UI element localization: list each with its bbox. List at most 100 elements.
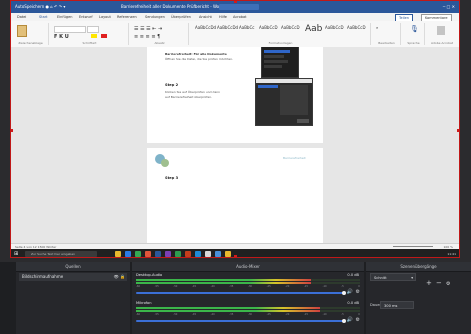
edge-icon[interactable] <box>135 251 141 257</box>
obs-preview[interactable]: AutoSpeichern ● ⌂ ↶ ↷ ▾ Barrierefreiheit… <box>10 0 460 258</box>
find-icon[interactable]: ⌕ <box>376 25 378 30</box>
source-item[interactable]: Bildschirmaufnahme 👁 🔒 <box>19 273 127 281</box>
group-styles: AaBbCcDd AaBbCcDd AaBbCc AaBbCcD AaBbCcD… <box>191 23 371 45</box>
group-font-label: Schriftart <box>82 41 97 45</box>
windows-start-icon[interactable]: ⊞ <box>14 251 18 257</box>
meter-tick-label: -20 <box>285 313 290 316</box>
transition-select[interactable]: Schnitt ▾ <box>370 273 416 281</box>
meter-fill <box>136 307 320 309</box>
group-voice: 🎙 Sprache <box>403 23 425 45</box>
transitions-title: Szenenübergänge <box>366 262 471 272</box>
tab-acrobat[interactable]: Acrobat <box>233 13 247 21</box>
style-nolist[interactable]: AaBbCcDd <box>217 25 238 30</box>
bold-italic-underline-icons[interactable]: F K U <box>54 34 69 40</box>
paste-icon[interactable] <box>17 25 27 37</box>
duration-value: 300 ms <box>384 304 398 308</box>
settings-icon[interactable] <box>215 251 221 257</box>
page1-body1: Klicken Sie auf Überprüfen und dann <box>165 90 221 94</box>
remove-transition-button[interactable]: − <box>436 279 442 287</box>
taskview-icon[interactable] <box>115 251 121 257</box>
meter-tick-label: 0 <box>358 313 360 316</box>
tab-datei[interactable]: Datei <box>17 13 26 21</box>
font-name-field[interactable] <box>54 26 86 33</box>
chrome-icon[interactable] <box>145 251 151 257</box>
excel-icon[interactable] <box>185 251 191 257</box>
resize-handle-right[interactable] <box>457 129 459 132</box>
teams-icon[interactable] <box>175 251 181 257</box>
gear-icon[interactable]: ⚙ <box>356 317 360 323</box>
meter-ticks-desktop: -60 -55 -50 -45 -40 -35 -30 -25 -20 -15 -10 -5 0 <box>136 285 360 288</box>
obs-taskbar-icon[interactable] <box>225 251 231 257</box>
meter-tick-label: -30 <box>247 285 253 288</box>
document-area[interactable]: Barrierefreiheit: Für alle Dokumente Öff… <box>11 47 459 243</box>
explorer-icon[interactable] <box>125 251 131 257</box>
resize-handle-left[interactable] <box>11 129 13 132</box>
page1-step: Step 2 <box>165 83 179 87</box>
page1-line2: Öffnen Sie die Datei, die Sie prüfen möc… <box>165 57 234 61</box>
document-page-1: Barrierefreiheit: Für alle Dokumente Öff… <box>147 47 323 143</box>
powerpoint-icon[interactable] <box>195 251 201 257</box>
list-icons[interactable]: ☰ ☰ ☰ ⇤ ⇥ <box>134 26 162 32</box>
style-heading3[interactable]: AaBbCcD <box>281 25 300 30</box>
style-heading2[interactable]: AaBbCcD <box>259 25 278 30</box>
meter-mic-2 <box>136 310 360 312</box>
channel-name-mic: Mikrofon <box>136 301 152 305</box>
resize-handle-bottom[interactable] <box>234 255 237 257</box>
align-icons[interactable]: ≡ ≡ ≡ ≡ ¶ <box>134 34 160 40</box>
meter-fill <box>136 279 311 281</box>
group-font: F K U Schriftart <box>51 23 129 45</box>
resize-handle-top[interactable] <box>234 1 237 3</box>
tab-hilfe[interactable]: Hilfe <box>219 13 227 21</box>
style-standard[interactable]: AaBbCcDd <box>195 25 216 30</box>
acrobat-icon[interactable] <box>437 26 445 35</box>
volume-knob[interactable] <box>342 291 346 295</box>
group-paragraph-label: Absatz <box>154 41 165 45</box>
style-emphasis[interactable]: AaBbCcD <box>347 25 366 30</box>
sources-title: Quellen <box>16 262 130 272</box>
font-color-icon[interactable] <box>101 34 107 38</box>
outlook-icon[interactable] <box>205 251 211 257</box>
mail-icon[interactable] <box>155 251 161 257</box>
meter-tick-label: -15 <box>303 285 308 288</box>
style-subtitle[interactable]: AaBbCcD <box>325 25 344 30</box>
add-transition-button[interactable]: + <box>426 279 432 287</box>
tab-sendungen[interactable]: Sendungen <box>145 13 165 21</box>
meter-fill <box>136 310 320 312</box>
meter-desktop-2 <box>136 282 360 284</box>
tab-layout[interactable]: Layout <box>99 13 111 21</box>
font-size-field[interactable] <box>87 26 99 33</box>
volume-knob[interactable] <box>342 319 346 323</box>
volume-slider-desktop[interactable] <box>136 291 346 295</box>
style-title[interactable]: Aab <box>305 24 322 34</box>
tab-entwurf[interactable]: Entwurf <box>79 13 93 21</box>
speaker-icon[interactable]: 🔊 <box>347 289 353 295</box>
embedded-screenshot-dark <box>261 47 299 78</box>
duration-input[interactable]: 300 ms <box>380 301 414 309</box>
speaker-icon[interactable]: 🔊 <box>347 317 353 323</box>
eye-icon[interactable]: 👁 🔒 <box>114 273 125 281</box>
word-taskbar-icon[interactable] <box>165 251 171 257</box>
tab-start[interactable]: Start <box>39 13 48 21</box>
page2-step: Step 3 <box>165 176 179 180</box>
tab-referenzen[interactable]: Referenzen <box>117 13 137 21</box>
page1-body2: auf Barrierefreiheit überprüfen. <box>165 95 213 99</box>
channel-db-desktop: 0.0 dB <box>347 273 359 277</box>
tab-ansicht[interactable]: Ansicht <box>199 13 212 21</box>
gear-icon[interactable]: ⚙ <box>356 289 360 295</box>
tab-einfuegen[interactable]: Einfügen <box>57 13 72 21</box>
volume-slider-mic[interactable] <box>136 319 346 323</box>
meter-tick-label: -25 <box>266 285 271 288</box>
meter-tick-label: -10 <box>322 313 327 316</box>
group-clipboard-label: Zwischenablage <box>18 41 43 45</box>
source-name: Bildschirmaufnahme <box>22 274 64 279</box>
transition-gear-icon[interactable]: ⚙ <box>446 281 450 287</box>
style-heading1[interactable]: AaBbCc <box>239 25 254 30</box>
word-search-box[interactable] <box>219 4 259 10</box>
tab-ueberpruefen[interactable]: Überprüfen <box>171 13 191 21</box>
zoom-slider[interactable] <box>393 246 433 247</box>
taskbar-search[interactable]: Zur Suche Text hier eingeben <box>25 251 97 257</box>
highlight-icon[interactable] <box>91 34 97 38</box>
meter-tick-label: 0 <box>358 285 360 288</box>
dictate-icon[interactable]: 🎙 <box>410 25 419 33</box>
window-controls[interactable]: ─ □ ✕ <box>443 1 455 13</box>
